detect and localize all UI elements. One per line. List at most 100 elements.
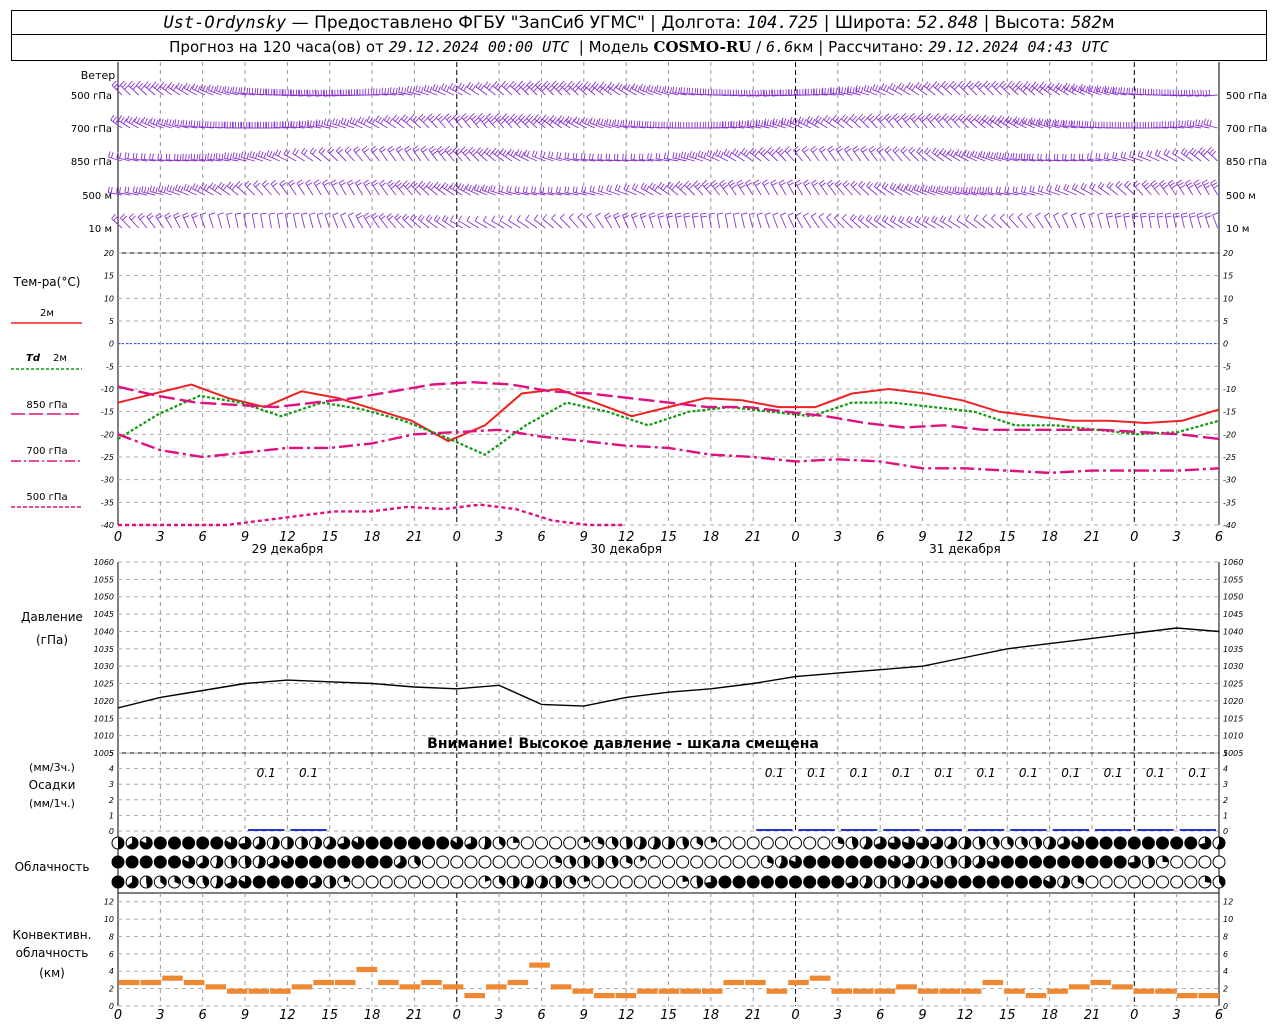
prec-ytick-left: 0 xyxy=(109,827,114,836)
wind-barb xyxy=(383,114,397,129)
wind-barb xyxy=(551,213,563,229)
cloud-symbol xyxy=(746,836,760,850)
press-ytick-right: 1030 xyxy=(1223,662,1243,671)
wind-barb xyxy=(284,212,292,229)
wind-barb xyxy=(111,213,123,229)
cloud-symbol xyxy=(605,875,619,889)
wind-barb xyxy=(827,145,837,162)
wind-barb xyxy=(745,179,754,196)
conv-xtick: 9 xyxy=(241,1008,249,1023)
convective-bar xyxy=(831,988,852,994)
wind-barb xyxy=(671,121,687,129)
wind-barb xyxy=(1141,180,1152,196)
wind-barb xyxy=(1136,88,1152,96)
convective-bar xyxy=(1112,984,1133,990)
wind-barb xyxy=(900,146,911,162)
press-ytick-left: 1050 xyxy=(94,593,114,602)
wind-barb xyxy=(265,88,280,96)
precip-value-label: 0.1 xyxy=(1104,766,1123,780)
wind-barb xyxy=(834,180,845,196)
temp-ytick-left: -20 xyxy=(101,430,114,439)
cloud-symbol xyxy=(535,836,548,850)
wind-barb xyxy=(301,147,314,162)
cloud-fill xyxy=(846,856,858,868)
meteogram: 0.1 0.1 0.1 0.1 0.1 0.1 0.1 0.1 0.1 0.1 0.1 0.1 0.1 … xyxy=(11,62,1267,1023)
wind-barb xyxy=(586,212,596,229)
precip-bar xyxy=(290,829,327,831)
convective-bar xyxy=(486,984,507,990)
wind-barb xyxy=(818,179,828,196)
convective-bar xyxy=(615,993,637,999)
prec-ytick-right: 4 xyxy=(1223,765,1228,774)
temp-ytick-right: 20 xyxy=(1223,249,1233,258)
wind-level-500hpa: 500 гПа xyxy=(71,91,112,102)
wind-barb xyxy=(849,214,861,229)
wind-barb xyxy=(892,113,903,129)
cloud-fill xyxy=(380,856,393,868)
press-ytick-left: 1015 xyxy=(94,714,114,723)
wind-level-700hpa-right: 700 гПа xyxy=(1226,124,1267,135)
cloud-fill xyxy=(408,837,421,849)
wind-barb xyxy=(436,145,447,162)
wind-barb xyxy=(932,81,944,96)
conv-xtick: 3 xyxy=(834,1008,842,1023)
convective-bar xyxy=(723,979,745,986)
legend-500-label: 500 гПа xyxy=(26,492,67,503)
cloud-fill xyxy=(1162,856,1169,863)
cloud-cover-panel xyxy=(111,836,1226,889)
wind-barb xyxy=(217,212,224,229)
cloud-symbol xyxy=(774,836,788,850)
cloud-fill xyxy=(168,856,181,868)
precip-value-label: 0.1 xyxy=(1146,766,1165,780)
wind-barb xyxy=(884,146,895,162)
cloud-symbol xyxy=(450,855,464,869)
convective-bar xyxy=(788,979,809,986)
convective-bar xyxy=(1047,988,1068,994)
wind-barb xyxy=(460,146,471,162)
conv-ytick-left: 2 xyxy=(109,985,114,994)
wind-barb xyxy=(339,89,355,97)
wind-barb xyxy=(823,114,837,129)
wind-barb xyxy=(270,179,281,196)
wind-barb xyxy=(1123,212,1131,229)
wind-barb xyxy=(232,121,247,129)
wind-level-850hpa-right: 850 гПа xyxy=(1226,157,1267,168)
cloud-fill xyxy=(168,837,181,849)
wind-barb xyxy=(292,212,300,229)
conv-xtick: 15 xyxy=(999,1008,1016,1023)
cloud-fill xyxy=(1015,856,1028,868)
convective-bar xyxy=(1155,988,1176,994)
convective-bar xyxy=(140,979,162,986)
cloud-symbol xyxy=(492,855,506,869)
wind-barb xyxy=(758,147,770,162)
cloud-fill xyxy=(1184,837,1197,849)
precip-bar xyxy=(248,829,285,831)
wind-barb xyxy=(484,81,496,96)
cloud-fill xyxy=(973,876,985,888)
wind-barb xyxy=(701,180,712,196)
pressure-title: Давление xyxy=(21,610,83,624)
wind-barb xyxy=(1079,212,1086,229)
wind-barb xyxy=(1193,179,1203,196)
wind-barb xyxy=(111,80,123,96)
wind-barb xyxy=(1180,147,1193,162)
conv-ytick-right: 10 xyxy=(1223,915,1233,924)
conv-ytick-right: 8 xyxy=(1223,932,1228,941)
wind-barb xyxy=(803,179,812,196)
wind-barb xyxy=(835,145,845,162)
temp-xtick: 18 xyxy=(1041,530,1058,545)
cloud-fill xyxy=(747,876,760,888)
wind-barb xyxy=(128,213,139,229)
wind-barb xyxy=(756,212,764,229)
wind-barb xyxy=(344,146,355,162)
wind-barb xyxy=(577,213,588,229)
conv-xtick: 6 xyxy=(876,1008,884,1023)
conv-xtick: 15 xyxy=(321,1008,338,1023)
cloud-symbol xyxy=(1099,875,1113,889)
wind-barb xyxy=(991,80,1003,96)
wind-barb xyxy=(244,180,256,196)
wind-barb xyxy=(355,179,364,196)
wind-barb xyxy=(675,181,687,196)
wind-barb xyxy=(721,89,737,96)
wind-barb xyxy=(273,89,289,96)
